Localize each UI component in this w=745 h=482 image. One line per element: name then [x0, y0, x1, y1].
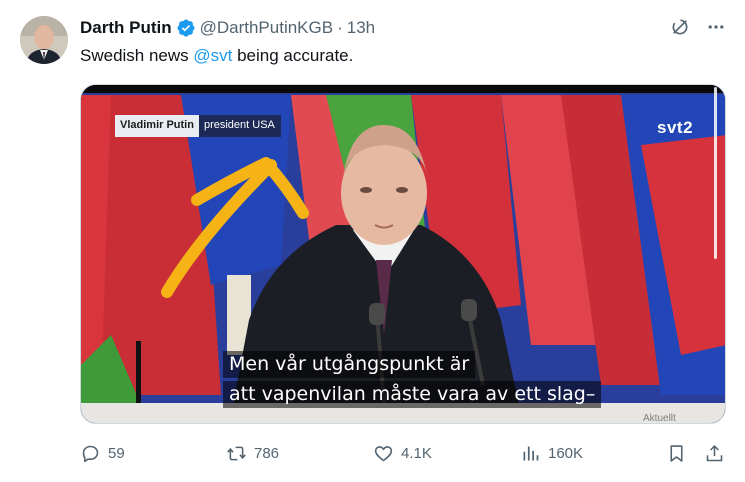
tweet-text-end: being accurate. [232, 46, 354, 65]
views-button[interactable]: 160K [520, 441, 583, 465]
avatar-image [20, 16, 68, 64]
tweet-text: Swedish news @svt being accurate. [80, 45, 353, 67]
top-icons [669, 16, 727, 38]
subtitle-line-1: Men vår utgångspunkt är [223, 351, 476, 378]
action-bar: 59 786 4.1K 160K [80, 441, 726, 465]
bookmark-button[interactable] [666, 441, 687, 465]
separator-dot: · [337, 18, 343, 37]
tweet[interactable]: Darth Putin @DarthPutinKGB · 13h Swedish… [0, 0, 745, 482]
mention-link[interactable]: @svt [193, 46, 232, 65]
verified-badge-icon[interactable] [176, 18, 196, 38]
like-count: 4.1K [401, 444, 432, 462]
lower-third: Vladimir Putin president USA [115, 115, 281, 137]
like-icon [374, 445, 393, 461]
lower-third-title: president USA [198, 115, 281, 137]
channel-logo: svt2 [657, 118, 694, 137]
display-name[interactable]: Darth Putin [80, 18, 172, 38]
repost-icon [227, 446, 246, 460]
repost-button[interactable]: 786 [226, 441, 279, 465]
more-icon[interactable] [705, 16, 727, 38]
subtitle-line-2: att vapenvilan måste vara av ett slag– [223, 381, 602, 408]
reply-button[interactable]: 59 [80, 441, 125, 465]
watermark: Aktuellt [643, 413, 676, 424]
handle[interactable]: @DarthPutinKGB [200, 18, 333, 38]
like-button[interactable]: 4.1K [373, 441, 432, 465]
tweet-media[interactable]: Vladimir Putin president USA svt2 Men vå… [80, 84, 726, 424]
tweet-text-start: Swedish news [80, 46, 194, 65]
tweet-header: Darth Putin @DarthPutinKGB · 13h [80, 17, 375, 39]
bookmark-icon [670, 444, 683, 462]
lower-third-name: Vladimir Putin [115, 115, 199, 137]
avatar[interactable] [20, 16, 68, 64]
repost-count: 786 [254, 444, 280, 462]
share-icon [706, 444, 723, 461]
share-button[interactable] [704, 441, 725, 465]
scrollbar[interactable] [714, 87, 717, 259]
views-icon [523, 446, 539, 460]
reply-count: 59 [108, 444, 125, 462]
reply-icon [82, 445, 99, 462]
timestamp[interactable]: 13h [347, 18, 375, 38]
grok-icon[interactable] [669, 16, 691, 38]
views-count: 160K [548, 444, 584, 462]
